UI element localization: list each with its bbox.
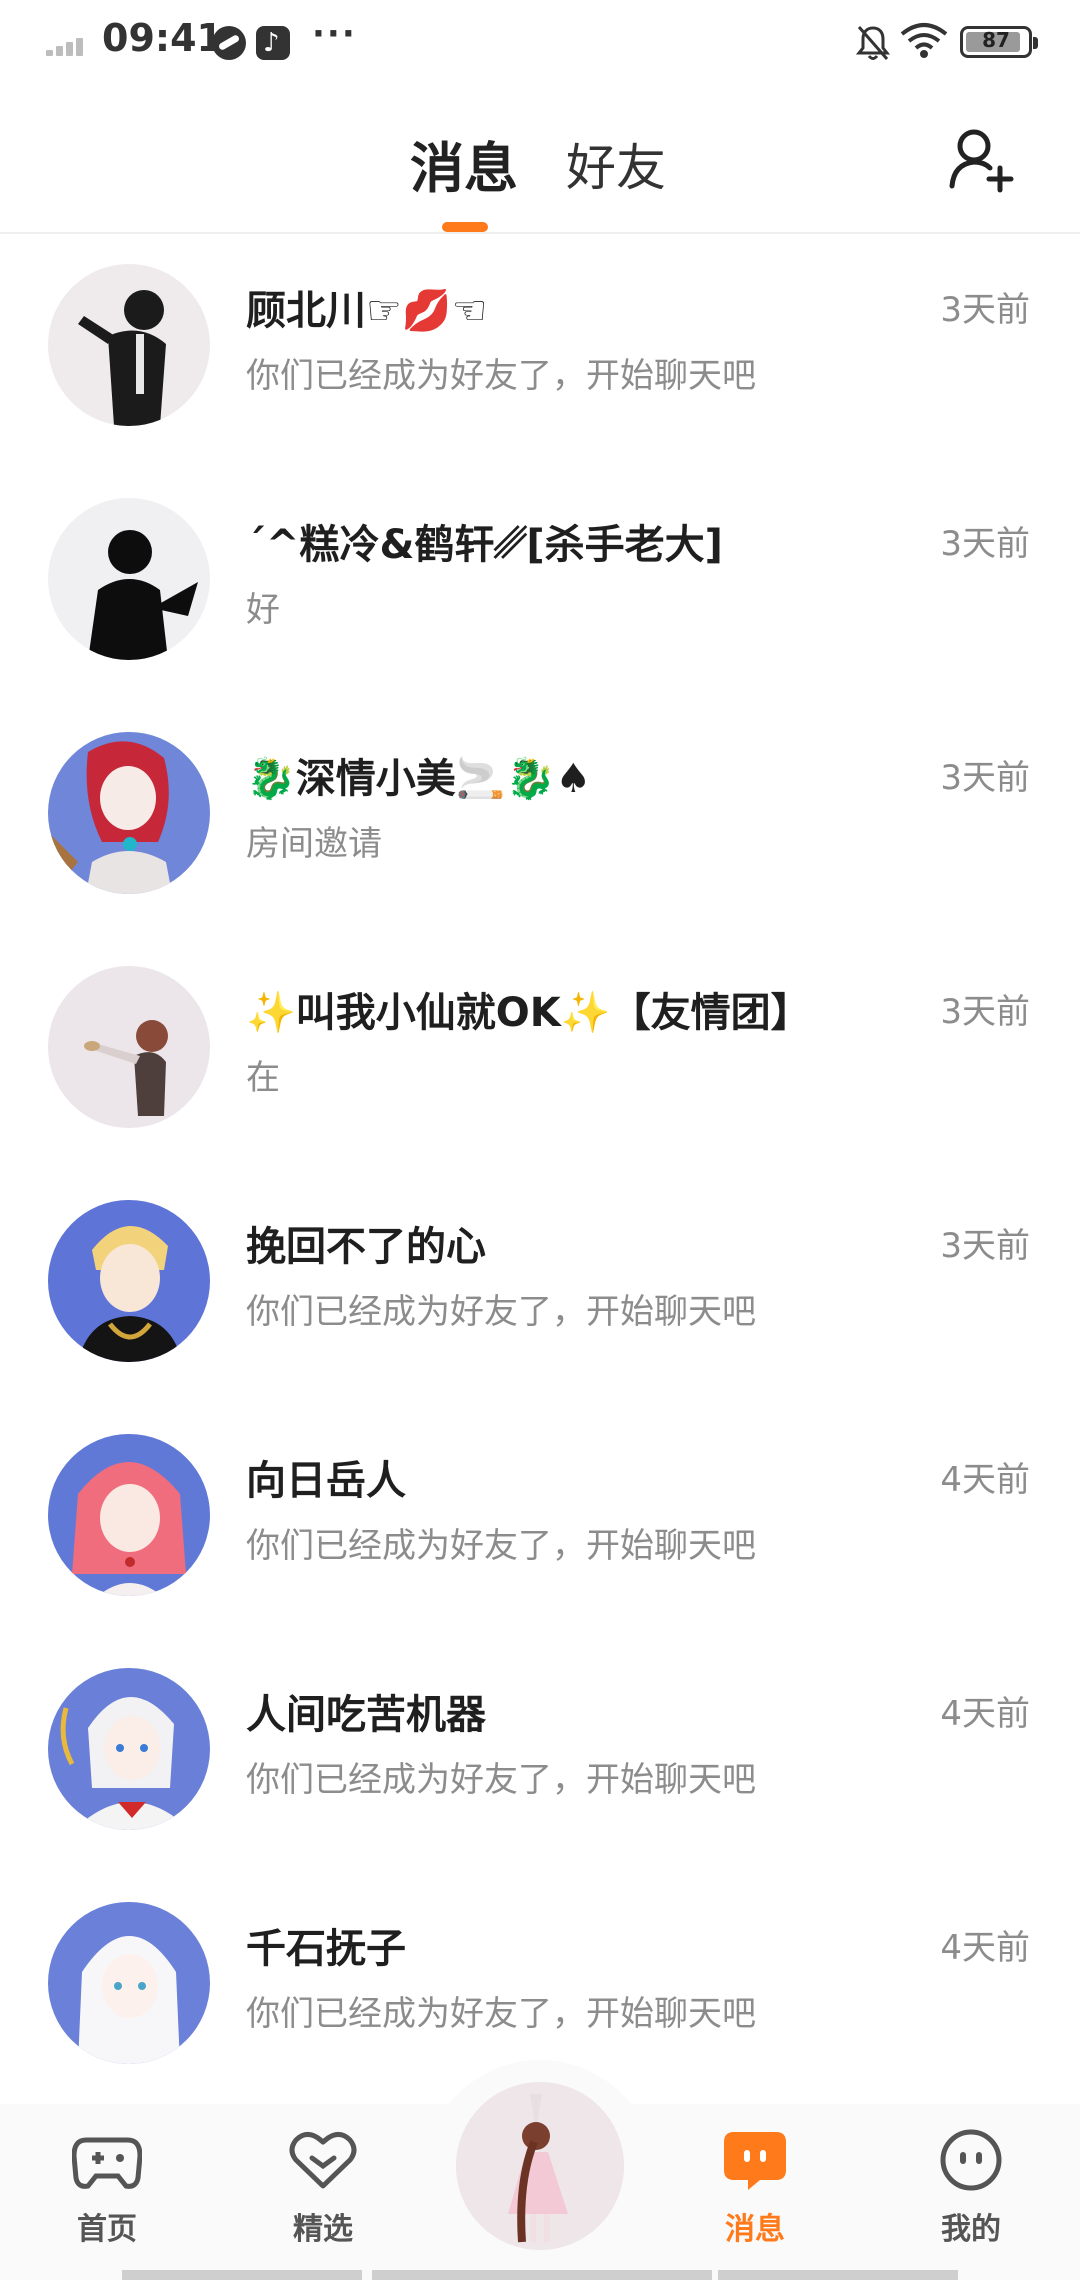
avatar (48, 732, 210, 894)
home-indicator (718, 2270, 958, 2280)
message-preview: 房间邀请 (246, 824, 382, 864)
nav-profile[interactable]: 我的 (906, 2128, 1036, 2248)
avatar (48, 498, 210, 660)
message-item[interactable]: 向日岳人 4天前 你们已经成为好友了，开始聊天吧 (0, 1406, 1080, 1640)
nav-featured[interactable]: 精选 (258, 2128, 388, 2248)
header: 消息 好友 (0, 84, 1080, 234)
browser-app-icon (212, 26, 246, 60)
nav-label: 精选 (293, 2212, 353, 2247)
message-item[interactable]: 人间吃苦机器 4天前 你们已经成为好友了，开始聊天吧 (0, 1640, 1080, 1874)
battery-icon: 87 (960, 26, 1038, 58)
avatar (48, 1668, 210, 1830)
nav-messages[interactable]: 消息 (690, 2128, 820, 2248)
bell-muted-icon (856, 26, 890, 60)
message-preview: 你们已经成为好友了，开始聊天吧 (246, 1994, 756, 2034)
avatar (48, 1434, 210, 1596)
battery-level: 87 (982, 28, 1010, 52)
tab-friends[interactable]: 好友 (566, 128, 666, 200)
active-tab-indicator (442, 222, 488, 232)
message-item[interactable]: ´^糕冷&鹤轩␥[杀手老大] 3天前 好 (0, 470, 1080, 704)
contact-name: 千石抚子 (246, 1926, 406, 1972)
message-preview: 好 (246, 590, 280, 630)
contact-name: 🐉深情小美🚬🐉♠ (246, 756, 592, 802)
heart-icon (289, 2132, 357, 2189)
avatar (48, 264, 210, 426)
message-preview: 你们已经成为好友了，开始聊天吧 (246, 1526, 756, 1566)
add-user-icon[interactable] (946, 124, 1016, 194)
tab-messages[interactable]: 消息 (410, 124, 518, 203)
message-item[interactable]: ✨叫我小仙就OK✨【友情团】 3天前 在 (0, 938, 1080, 1172)
message-time: 4天前 (940, 1460, 1030, 1500)
wifi-icon (900, 23, 948, 58)
status-bar: 09:41 ··· 87 (0, 0, 1080, 84)
contact-name: 向日岳人 (246, 1458, 406, 1504)
status-time: 09:41 (102, 16, 223, 60)
message-time: 3天前 (940, 758, 1030, 798)
message-time: 3天前 (940, 1226, 1030, 1266)
more-notifications-icon: ··· (312, 14, 357, 54)
message-time: 3天前 (940, 290, 1030, 330)
home-indicator (122, 2270, 362, 2280)
face-icon (940, 2129, 1002, 2191)
contact-name: ´^糕冷&鹤轩␥[杀手老大] (246, 522, 723, 568)
nav-label: 我的 (941, 2212, 1001, 2247)
message-time: 4天前 (940, 1694, 1030, 1734)
message-preview: 你们已经成为好友了，开始聊天吧 (246, 356, 756, 396)
avatar (48, 1902, 210, 2064)
gamepad-icon (72, 2137, 142, 2189)
message-item[interactable]: 顾北川☞💋☜ 3天前 你们已经成为好友了，开始聊天吧 (0, 236, 1080, 470)
message-time: 4天前 (940, 1928, 1030, 1968)
nav-label: 首页 (77, 2212, 137, 2247)
nav-label: 消息 (725, 2212, 785, 2247)
music-app-icon (256, 26, 290, 60)
signal-icon (46, 34, 90, 56)
message-preview: 在 (246, 1058, 280, 1098)
message-preview: 你们已经成为好友了，开始聊天吧 (246, 1760, 756, 1800)
message-item[interactable]: 🐉深情小美🚬🐉♠ 3天前 房间邀请 (0, 704, 1080, 938)
contact-name: 挽回不了的心 (246, 1224, 486, 1270)
nav-home[interactable]: 首页 (42, 2128, 172, 2248)
chat-icon (724, 2132, 786, 2190)
contact-name: 人间吃苦机器 (246, 1692, 486, 1738)
message-item[interactable]: 挽回不了的心 3天前 你们已经成为好友了，开始聊天吧 (0, 1172, 1080, 1406)
avatar (48, 966, 210, 1128)
message-time: 3天前 (940, 524, 1030, 564)
contact-name: ✨叫我小仙就OK✨【友情团】 (246, 990, 811, 1036)
message-preview: 你们已经成为好友了，开始聊天吧 (246, 1292, 756, 1332)
center-avatar-button[interactable] (456, 2082, 624, 2250)
contact-name: 顾北川☞💋☜ (246, 288, 488, 334)
message-time: 3天前 (940, 992, 1030, 1032)
home-indicator (372, 2270, 712, 2280)
avatar (48, 1200, 210, 1362)
